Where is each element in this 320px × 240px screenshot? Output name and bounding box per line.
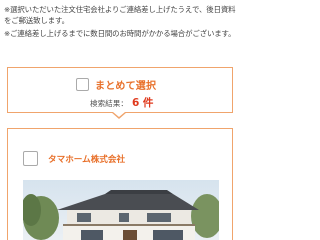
notice-text: ※選択いただいた注文住宅会社よりご連絡差し上げたうえで、後日資料をご郵送致します… xyxy=(4,4,236,39)
company-checkbox[interactable] xyxy=(23,151,38,166)
bulk-select-panel: まとめて選択 検索結果： 6 件 xyxy=(7,67,233,113)
notice-line-2: ※ご連絡差し上げるまでに数日間のお時間がかかる場合がございます。 xyxy=(4,28,236,38)
select-all-label[interactable]: まとめて選択 xyxy=(95,77,156,92)
pointer-arrow-inner xyxy=(113,112,125,117)
notice-line-1: ※選択いただいた注文住宅会社よりご連絡差し上げたうえで、後日資料をご郵送致します… xyxy=(4,5,236,26)
company-select-toggle[interactable]: タマホーム株式会社 xyxy=(23,151,125,166)
company-name[interactable]: タマホーム株式会社 xyxy=(48,153,125,165)
select-all-checkbox[interactable] xyxy=(76,78,89,91)
company-card: タマホーム株式会社 xyxy=(7,128,233,240)
select-all-toggle[interactable]: まとめて選択 xyxy=(76,77,156,92)
house-illustration xyxy=(23,180,219,240)
search-result-summary: 検索結果： 6 件 xyxy=(90,95,153,110)
result-count: 6 件 xyxy=(131,97,154,109)
house-photo xyxy=(23,180,219,240)
result-label: 検索結果： xyxy=(90,99,128,108)
